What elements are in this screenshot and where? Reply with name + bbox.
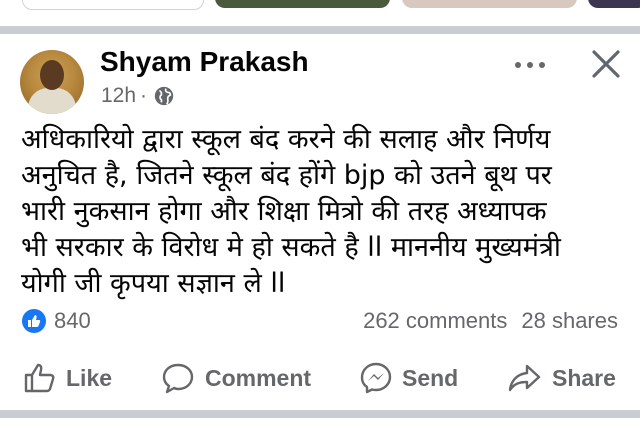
like-label: Like <box>66 364 113 391</box>
share-button[interactable]: Share <box>508 363 616 393</box>
post-author-name[interactable]: Shyam Prakash <box>100 46 309 78</box>
story-card[interactable] <box>402 0 577 8</box>
close-icon <box>592 50 620 78</box>
engagement-counts: 262 comments 28 shares <box>363 308 618 334</box>
post-text-line: भी सरकार के विरोध मे हो सकते है ll माननी… <box>21 232 561 263</box>
post-meta: 12h · <box>101 84 175 108</box>
thumbs-up-icon <box>24 363 55 393</box>
reactions-summary[interactable]: 840 <box>22 308 91 334</box>
post-text-line: योगी जी कृपया सज्ञान ले ll <box>21 268 286 299</box>
globe-icon <box>154 86 174 106</box>
story-card[interactable] <box>22 0 204 10</box>
story-card[interactable] <box>588 0 640 8</box>
shares-count[interactable]: 28 shares <box>521 308 618 334</box>
avatar[interactable] <box>20 50 84 114</box>
send-label: Send <box>402 364 459 391</box>
share-icon <box>508 364 541 392</box>
comment-button[interactable]: Comment <box>161 362 311 394</box>
post-text-line: भारी नुकसान होगा और शिक्षा मित्रो की तरह… <box>21 196 547 227</box>
meta-separator: · <box>140 84 148 107</box>
comments-count[interactable]: 262 comments <box>363 308 507 334</box>
stories-strip <box>0 0 640 26</box>
like-reaction-icon <box>22 309 46 333</box>
post-actions-bar: Like Comment Send Share <box>0 356 640 400</box>
avatar-body <box>28 88 76 114</box>
story-card[interactable] <box>215 0 390 8</box>
post-text-line: अनुचित है, जितने स्कूल बंद होंगे bjp को … <box>21 160 552 191</box>
share-label: Share <box>552 364 616 391</box>
post-time[interactable]: 12h <box>101 84 136 108</box>
messenger-icon <box>360 362 392 394</box>
like-button[interactable]: Like <box>24 363 112 393</box>
close-button[interactable] <box>586 44 626 84</box>
avatar-face <box>40 60 64 90</box>
more-options-button[interactable] <box>508 52 552 78</box>
comment-icon <box>162 363 194 394</box>
comment-label: Comment <box>205 364 312 391</box>
send-button[interactable]: Send <box>360 362 458 394</box>
reaction-count: 840 <box>54 308 91 333</box>
post-text: अधिकारियो द्वारा स्कूल बंद करने की सलाह … <box>21 122 626 302</box>
feed-post: Shyam Prakash 12h · अधिकारियो द्वारा स्क… <box>0 34 640 410</box>
next-post-edge <box>0 418 640 426</box>
more-dots-icon <box>515 62 545 68</box>
post-text-line: अधिकारियो द्वारा स्कूल बंद करने की सलाह … <box>21 124 551 155</box>
